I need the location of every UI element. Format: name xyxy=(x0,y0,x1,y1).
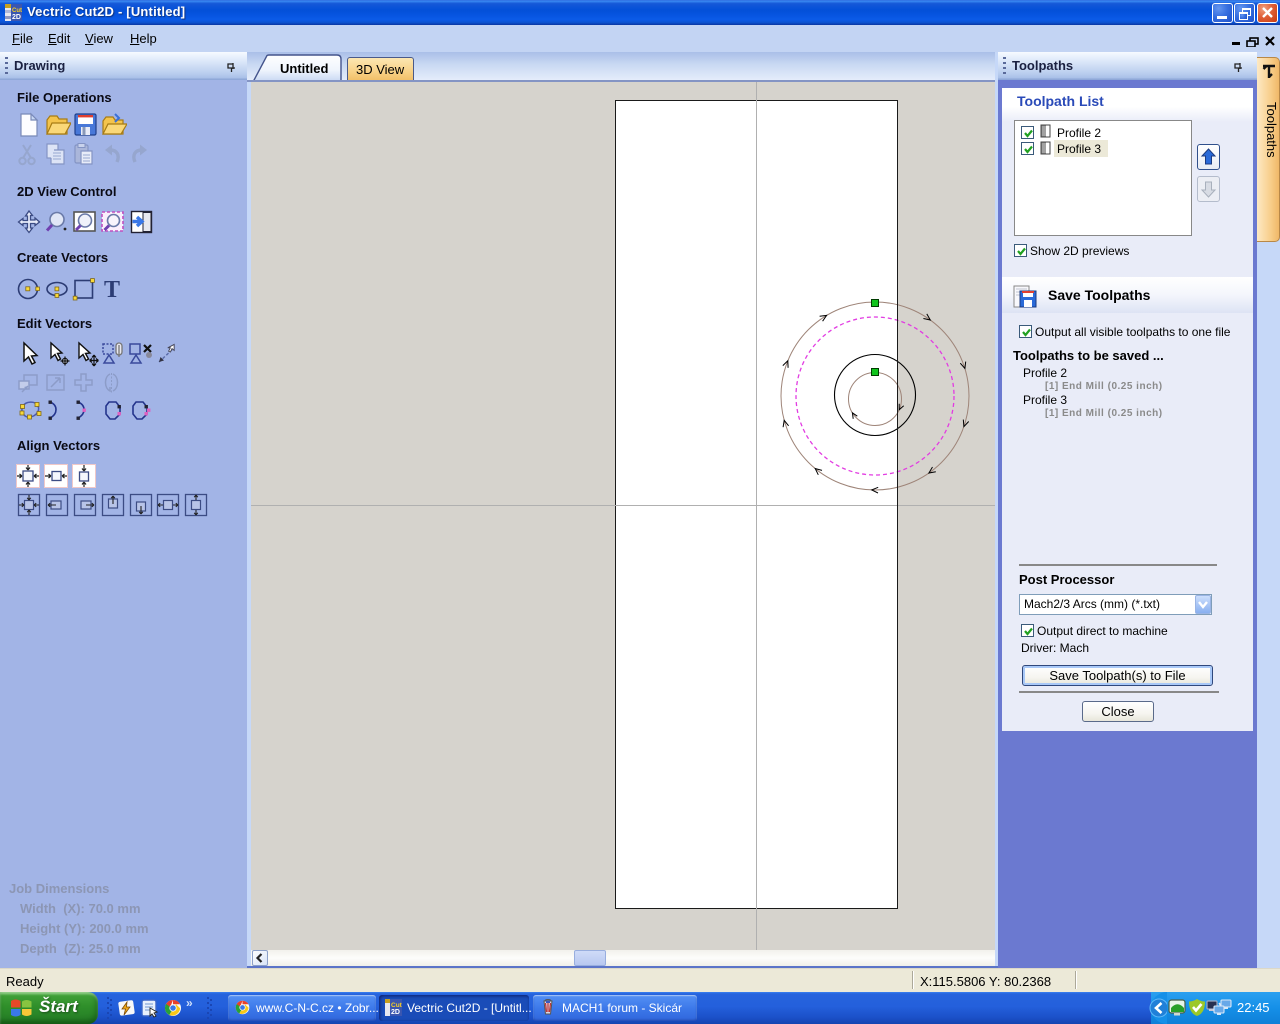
svg-text:2D: 2D xyxy=(12,14,21,21)
svg-text:Cut: Cut xyxy=(391,1002,402,1009)
svg-text:T: T xyxy=(104,277,120,302)
svg-text:2D: 2D xyxy=(391,1009,400,1016)
